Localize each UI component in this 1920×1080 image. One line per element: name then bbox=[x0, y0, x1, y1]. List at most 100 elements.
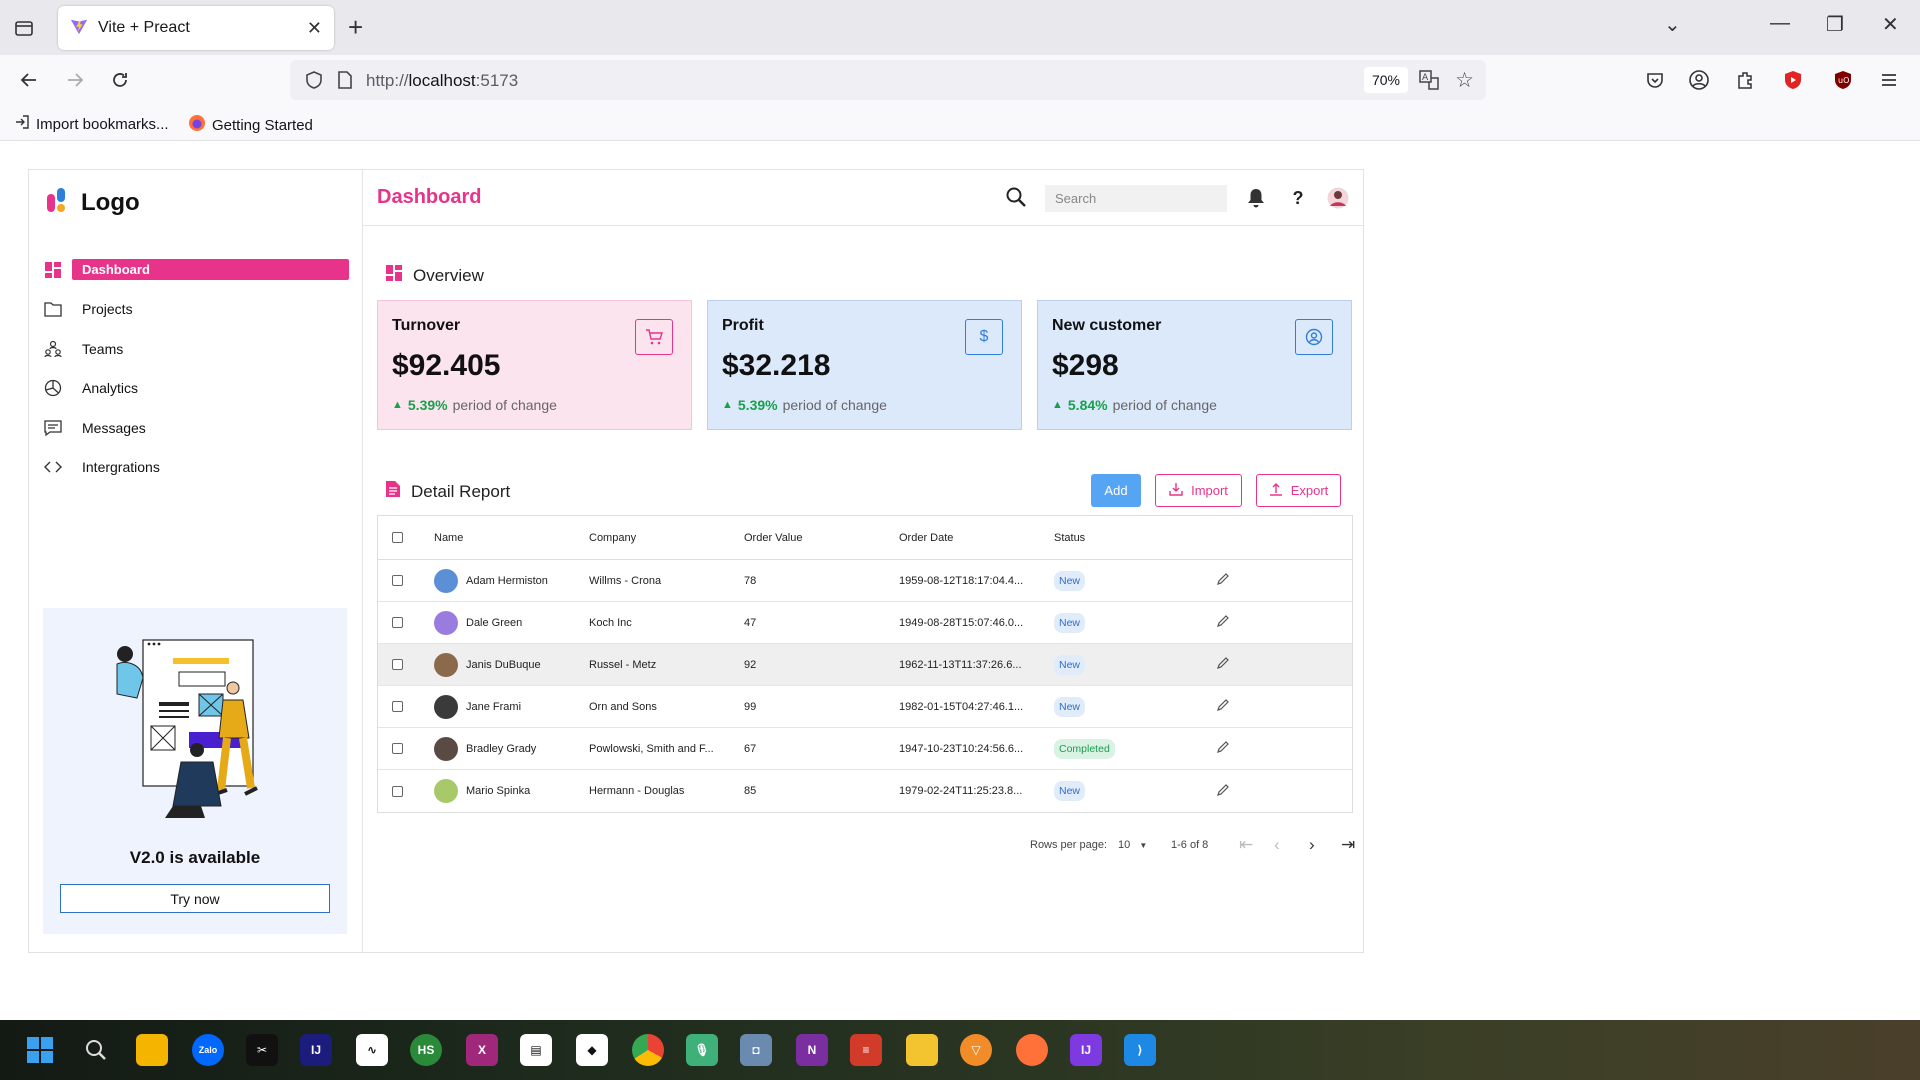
rows-per-page-select[interactable]: 10 ▼ bbox=[1118, 839, 1147, 851]
sidebar-item-projects[interactable]: Projects bbox=[43, 290, 349, 330]
windows-start-icon[interactable] bbox=[24, 1034, 56, 1066]
sidebar-item-messages[interactable]: Messages bbox=[43, 408, 349, 448]
url-bar[interactable]: http://localhost:5173 70% A ☆ bbox=[290, 60, 1486, 100]
row-checkbox[interactable] bbox=[392, 701, 403, 712]
mic-icon[interactable]: 🎙 bbox=[686, 1034, 718, 1066]
sidebar-item-teams[interactable]: Teams bbox=[43, 329, 349, 369]
firefox-taskbar-icon[interactable] bbox=[1010, 1030, 1054, 1070]
vscode-icon[interactable]: ⟩ bbox=[1124, 1034, 1156, 1066]
row-checkbox[interactable] bbox=[392, 785, 403, 797]
edit-pencil-icon[interactable] bbox=[1216, 615, 1230, 631]
column-header-order-date[interactable]: Order Date bbox=[899, 532, 1054, 544]
bookmark-import[interactable]: Import bookmarks... bbox=[14, 114, 169, 134]
account-icon[interactable] bbox=[1684, 65, 1714, 95]
table-row[interactable]: Mario Spinka Hermann - Douglas 85 1979-02-2… bbox=[378, 770, 1352, 812]
bell-icon[interactable] bbox=[1245, 187, 1267, 209]
new-tab-icon[interactable]: + bbox=[348, 12, 363, 43]
zalo-icon[interactable]: Zalo bbox=[192, 1034, 224, 1066]
app-icon[interactable]: ∿ bbox=[356, 1034, 388, 1066]
table-row[interactable]: Jane Frami Orn and Sons 99 1982-01-15T04:27… bbox=[378, 686, 1352, 728]
extensions-icon[interactable] bbox=[1730, 65, 1760, 95]
table-row[interactable]: Dale Green Koch Inc 47 1949-08-28T15:07:46.… bbox=[378, 602, 1352, 644]
search-input[interactable] bbox=[1045, 185, 1227, 212]
chrome-icon[interactable] bbox=[632, 1034, 664, 1066]
url-text[interactable]: http://localhost:5173 bbox=[366, 71, 518, 91]
select-all-checkbox[interactable] bbox=[392, 532, 403, 543]
app-icon[interactable]: ◘ bbox=[740, 1034, 772, 1066]
edit-pencil-icon[interactable] bbox=[1216, 573, 1230, 589]
search-taskbar-icon[interactable] bbox=[80, 1034, 112, 1066]
sidebar-item-dashboard[interactable]: Dashboard bbox=[43, 250, 349, 290]
pocket-icon[interactable] bbox=[1640, 65, 1670, 95]
export-button[interactable]: Export bbox=[1256, 474, 1341, 507]
prev-page-icon[interactable]: ‹ bbox=[1274, 835, 1280, 855]
row-checkbox[interactable] bbox=[392, 575, 403, 586]
row-checkbox[interactable] bbox=[392, 743, 403, 754]
avatar bbox=[434, 568, 458, 593]
browser-tab-bar: Vite + Preact ✕ + ⌄ — ❐ ✕ bbox=[0, 0, 1920, 55]
last-page-icon[interactable]: ⇥ bbox=[1341, 835, 1355, 855]
jetbrains-icon[interactable]: IJ bbox=[300, 1034, 332, 1066]
row-checkbox[interactable] bbox=[392, 617, 403, 628]
try-now-button[interactable]: Try now bbox=[60, 884, 330, 913]
next-page-icon[interactable]: › bbox=[1309, 835, 1315, 855]
add-button[interactable]: Add bbox=[1091, 474, 1141, 507]
xd-icon[interactable]: X bbox=[466, 1034, 498, 1066]
column-header-name[interactable]: Name bbox=[434, 532, 589, 544]
onenote-icon[interactable]: N bbox=[796, 1034, 828, 1066]
file-explorer-icon[interactable] bbox=[136, 1034, 168, 1066]
notes-icon[interactable]: ▤ bbox=[520, 1034, 552, 1066]
row-checkbox[interactable] bbox=[392, 659, 403, 670]
edit-pencil-icon[interactable] bbox=[1216, 741, 1230, 757]
close-window-icon[interactable]: ✕ bbox=[1882, 12, 1899, 37]
ublock-icon[interactable]: uO bbox=[1828, 65, 1858, 95]
edit-pencil-icon[interactable] bbox=[1216, 783, 1230, 800]
dollar-icon[interactable]: $ bbox=[965, 319, 1003, 355]
close-tab-icon[interactable]: ✕ bbox=[307, 18, 322, 39]
user-avatar[interactable] bbox=[1327, 187, 1349, 209]
column-header-status[interactable]: Status bbox=[1054, 532, 1216, 544]
table-row[interactable]: Janis DuBuque Russel - Metz 92 1962-11-13T1… bbox=[378, 644, 1352, 686]
bookmark-star-icon[interactable]: ☆ bbox=[1455, 68, 1474, 93]
change-percent: 5.84% bbox=[1067, 397, 1108, 413]
translate-icon[interactable]: A bbox=[1418, 69, 1440, 96]
import-button[interactable]: Import bbox=[1155, 474, 1242, 507]
menu-hamburger-icon[interactable] bbox=[1874, 65, 1904, 95]
reload-icon[interactable] bbox=[105, 65, 135, 95]
page-info-icon[interactable] bbox=[336, 70, 354, 95]
search-icon[interactable] bbox=[1005, 186, 1027, 213]
table-row[interactable]: Bradley Grady Powlowski, Smith and F... 67… bbox=[378, 728, 1352, 770]
column-header-order-value[interactable]: Order Value bbox=[744, 532, 899, 544]
column-header-company[interactable]: Company bbox=[589, 532, 744, 544]
first-page-icon[interactable]: ⇤ bbox=[1239, 835, 1253, 855]
user-circle-icon[interactable] bbox=[1295, 319, 1333, 355]
help-icon[interactable]: ? bbox=[1287, 187, 1309, 209]
shield-icon[interactable] bbox=[304, 70, 324, 95]
hs-icon[interactable]: HS bbox=[410, 1034, 442, 1066]
back-icon[interactable] bbox=[14, 65, 44, 95]
minimize-icon[interactable]: — bbox=[1770, 12, 1790, 35]
bookmark-getting-started[interactable]: Getting Started bbox=[188, 114, 313, 136]
cart-icon[interactable] bbox=[635, 319, 673, 355]
edit-pencil-icon[interactable] bbox=[1216, 657, 1230, 673]
sidebar-item-analytics[interactable]: Analytics bbox=[43, 369, 349, 409]
logo[interactable]: Logo bbox=[45, 186, 140, 219]
zoom-level-badge[interactable]: 70% bbox=[1363, 67, 1408, 93]
brave-icon[interactable]: ▽ bbox=[960, 1034, 992, 1066]
edit-pencil-icon[interactable] bbox=[1216, 699, 1230, 715]
tab-list-icon[interactable] bbox=[10, 14, 38, 42]
forward-icon[interactable] bbox=[60, 65, 90, 95]
overview-section-title: Overview bbox=[385, 264, 484, 287]
cursor-icon[interactable]: ◆ bbox=[576, 1034, 608, 1066]
jetbrains-icon[interactable]: IJ bbox=[1070, 1034, 1102, 1066]
video-extension-icon[interactable] bbox=[1778, 65, 1808, 95]
table-body: Adam Hermiston Willms - Crona 78 1959-08-12… bbox=[378, 560, 1352, 812]
sidebar-item-intergrations[interactable]: Intergrations bbox=[43, 448, 349, 488]
todoist-icon[interactable]: ≡ bbox=[850, 1034, 882, 1066]
browser-tab-active[interactable]: Vite + Preact ✕ bbox=[58, 6, 334, 50]
table-row[interactable]: Adam Hermiston Willms - Crona 78 1959-08-12… bbox=[378, 560, 1352, 602]
tab-overflow-chevron-icon[interactable]: ⌄ bbox=[1664, 12, 1681, 37]
sticky-notes-icon[interactable] bbox=[906, 1034, 938, 1066]
capcut-icon[interactable]: ✂ bbox=[246, 1034, 278, 1066]
restore-icon[interactable]: ❐ bbox=[1826, 12, 1844, 37]
